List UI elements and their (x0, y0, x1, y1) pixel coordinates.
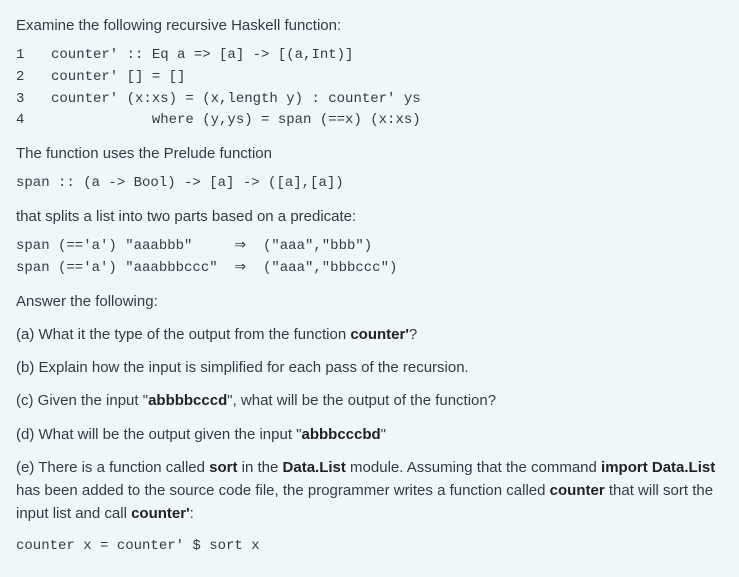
bold-text: counter' (350, 326, 409, 343)
bold-text: counter' (131, 505, 190, 522)
code-line: span (=='a') "aaabbbccc" ⇒ ("aaa","bbbcc… (16, 260, 397, 276)
code-line: counter' (x:xs) = (x,length y) : counter… (51, 91, 421, 107)
code-line: counter' :: Eq a => [a] -> [(a,Int)] (51, 47, 353, 63)
bold-text: Data.List (283, 459, 346, 476)
question-b: (b) Explain how the input is simplified … (16, 356, 723, 379)
bold-text: abbbbcccd (148, 392, 227, 409)
counter-definition: counter x = counter' $ sort x (16, 536, 723, 558)
split-intro: that splits a list into two parts based … (16, 205, 723, 228)
span-examples: span (=='a') "aaabbb" ⇒ ("aaa","bbb") sp… (16, 236, 723, 279)
line-number: 1 (16, 45, 51, 67)
code-line: span (=='a') "aaabbb" ⇒ ("aaa","bbb") (16, 238, 372, 254)
question-page: Examine the following recursive Haskell … (0, 0, 739, 577)
answer-intro: Answer the following: (16, 290, 723, 313)
code-line: counter' [] = [] (51, 69, 185, 85)
question-c: (c) Given the input "abbbbcccd", what wi… (16, 389, 723, 412)
question-d: (d) What will be the output given the in… (16, 423, 723, 446)
line-number: 2 (16, 67, 51, 89)
line-number: 3 (16, 89, 51, 111)
haskell-code-block: 1counter' :: Eq a => [a] -> [(a,Int)] 2c… (16, 45, 723, 132)
question-e: (e) There is a function called sort in t… (16, 456, 723, 526)
intro-text: Examine the following recursive Haskell … (16, 14, 723, 37)
code-line: where (y,ys) = span (==x) (x:xs) (51, 112, 421, 128)
bold-text: import Data.List (601, 459, 715, 476)
bold-text: sort (209, 459, 237, 476)
bold-text: counter (550, 482, 605, 499)
span-signature: span :: (a -> Bool) -> [a] -> ([a],[a]) (16, 173, 723, 195)
code-line: counter x = counter' $ sort x (16, 538, 260, 554)
prelude-intro: The function uses the Prelude function (16, 142, 723, 165)
line-number: 4 (16, 110, 51, 132)
question-a: (a) What it the type of the output from … (16, 323, 723, 346)
question-list: (a) What it the type of the output from … (16, 323, 723, 526)
bold-text: abbbcccbd (301, 426, 380, 443)
code-line: span :: (a -> Bool) -> [a] -> ([a],[a]) (16, 175, 344, 191)
